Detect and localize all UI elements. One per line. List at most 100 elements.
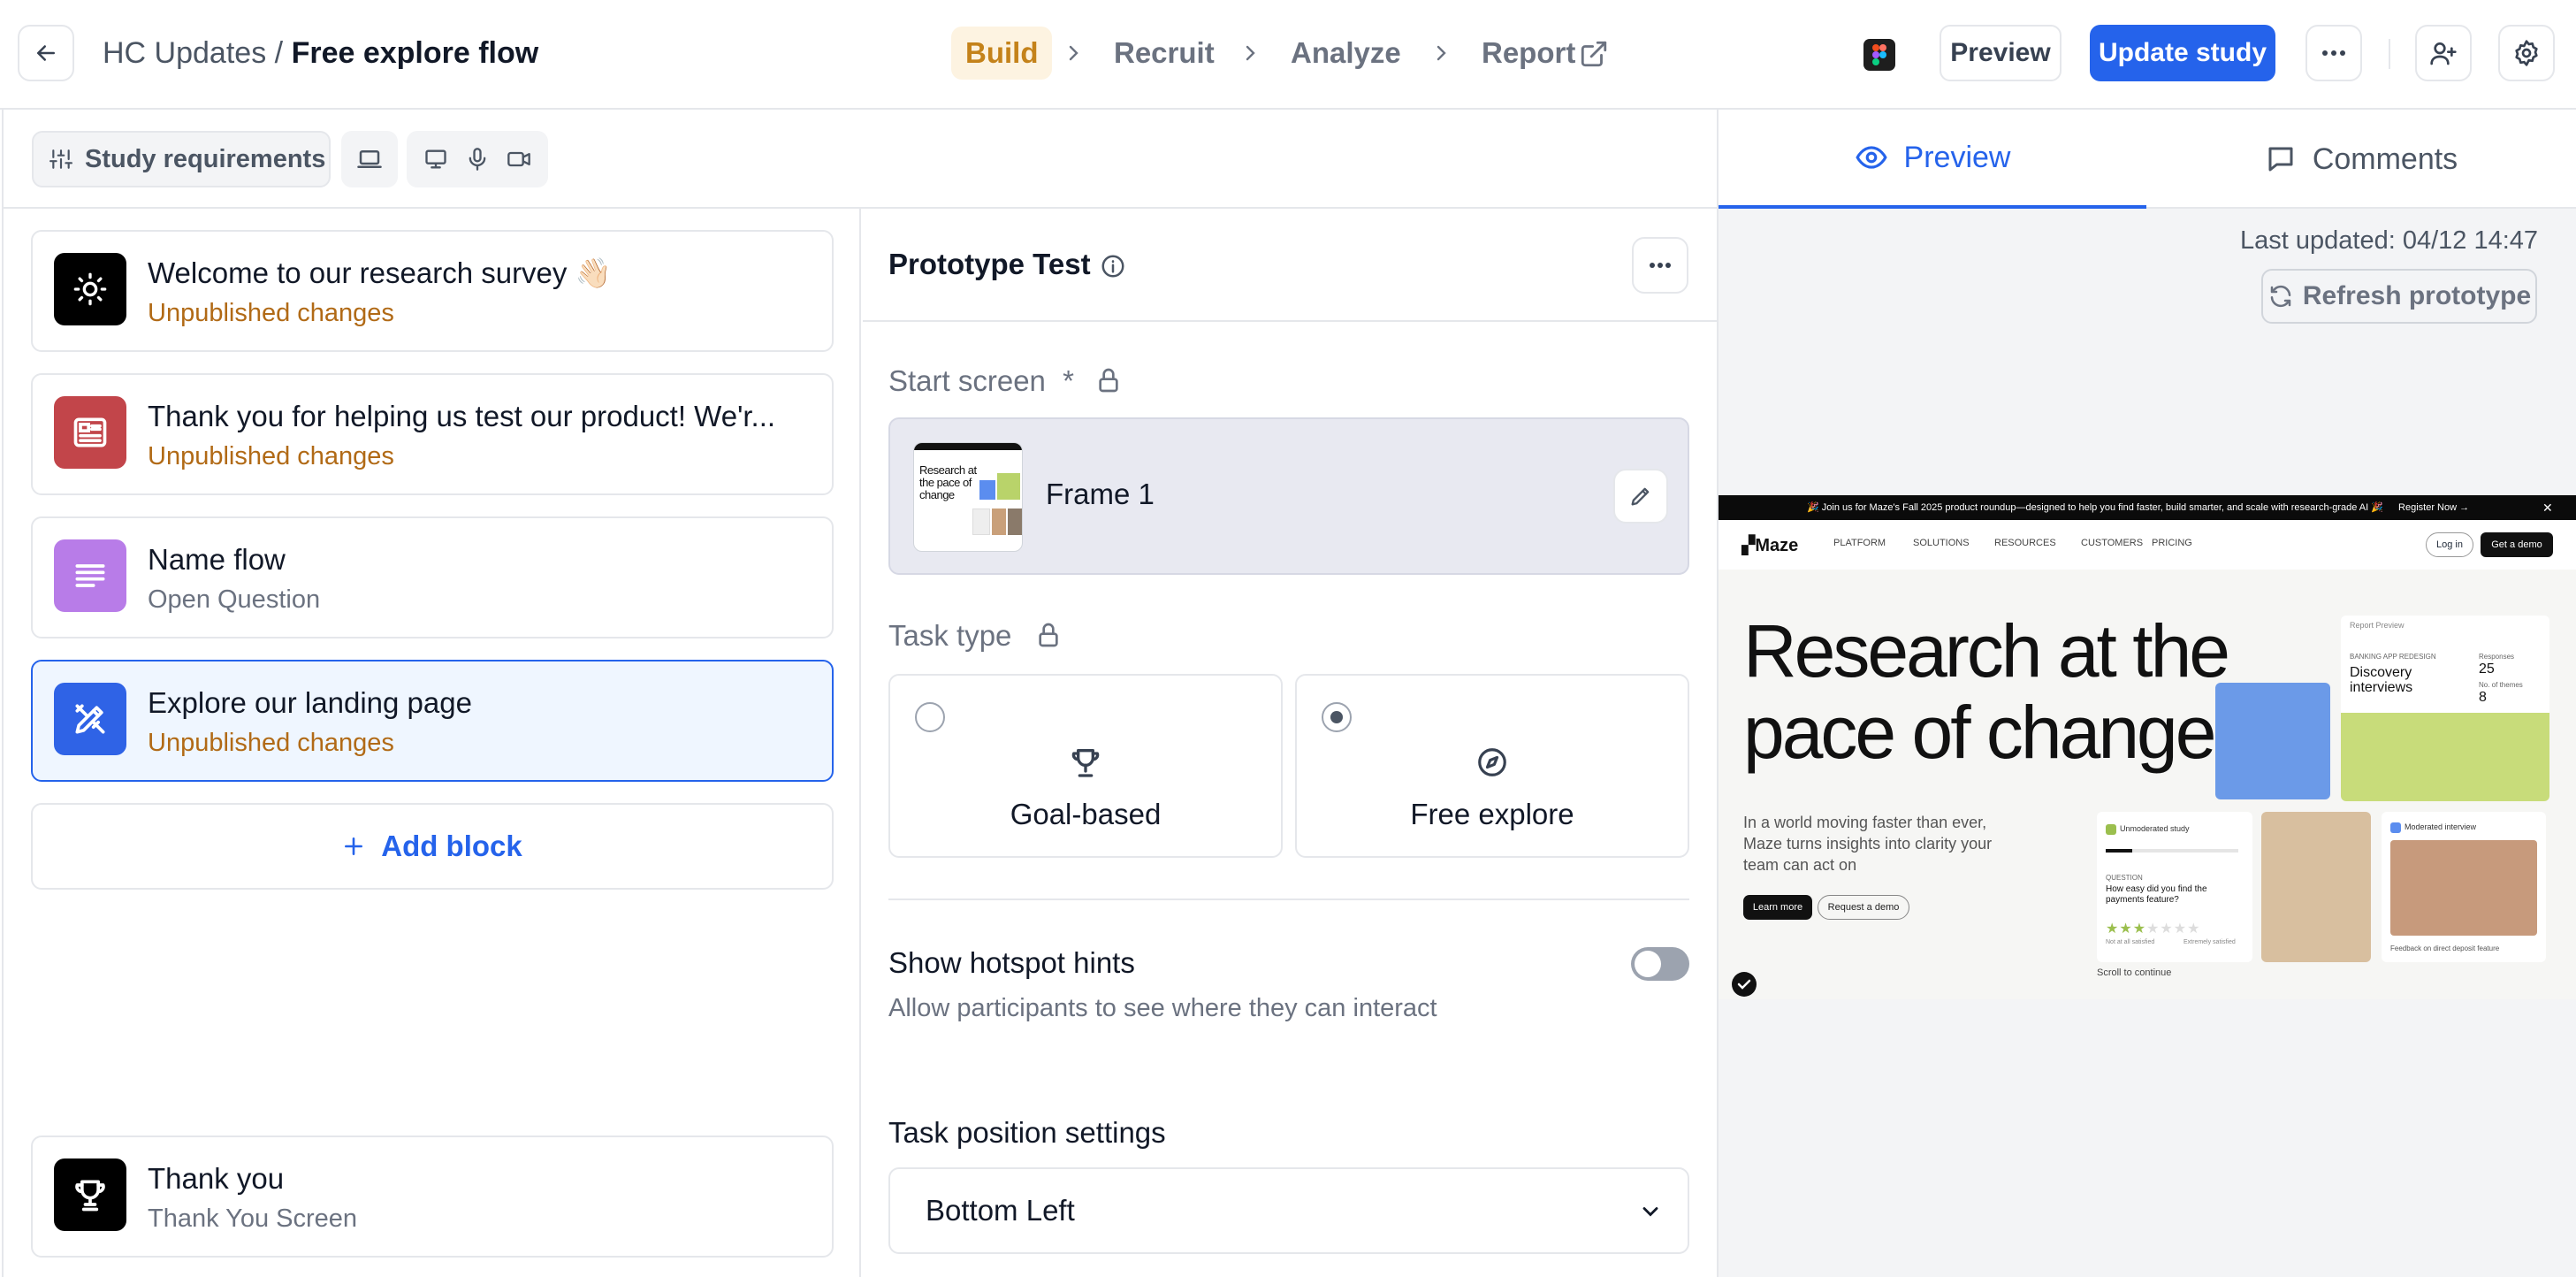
logo-mark-icon: ▞ — [1741, 536, 1756, 555]
preview-tabs: Preview Comments — [1719, 110, 2576, 209]
maze-widget-icon[interactable] — [1731, 971, 1757, 998]
report-card-illustration — [2341, 713, 2549, 801]
requirements-bar: Study requirements — [4, 110, 1719, 209]
chevron-right-icon — [1430, 40, 1452, 66]
editor-title: Prototype Test — [888, 248, 1091, 280]
step-report-label: Report — [1482, 36, 1576, 69]
goal-based-radio[interactable] — [915, 702, 945, 732]
step-build[interactable]: Build — [951, 27, 1053, 80]
toolbar-divider — [2389, 39, 2390, 69]
preview-button[interactable]: Preview — [1940, 25, 2062, 81]
get-demo-button[interactable]: Get a demo — [2481, 532, 2553, 557]
learn-more-button[interactable]: Learn more — [1743, 895, 1812, 920]
refresh-prototype-button[interactable]: Refresh prototype — [2261, 269, 2537, 324]
rating-stars: ★★★★★★★ — [2106, 921, 2201, 937]
moderated-interview-card: Moderated interview Feedback on direct d… — [2382, 812, 2546, 962]
external-link-icon — [1579, 39, 1609, 69]
study-card-badge — [2106, 824, 2116, 835]
editor-header: Prototype Test — [863, 207, 1719, 322]
frame-name: Frame 1 — [1046, 478, 1155, 510]
hotspot-hints-toggle[interactable] — [1631, 947, 1689, 981]
promo-banner-text: 🎉 Join us for Maze's Fall 2025 product r… — [1807, 502, 2383, 513]
themes-value: 8 — [2479, 690, 2487, 705]
back-button[interactable] — [18, 25, 74, 81]
nav-pricing[interactable]: PRICING — [2152, 538, 2192, 548]
nav-resources[interactable]: RESOURCES — [1994, 538, 2056, 548]
chevron-right-icon — [1063, 40, 1084, 66]
block-type: Thank You Screen — [148, 1204, 358, 1233]
figma-icon[interactable] — [1863, 39, 1895, 71]
study-question: How easy did you find the payments featu… — [2106, 884, 2207, 905]
scale-high-label: Extremely satisfied — [2184, 939, 2236, 945]
block-welcome[interactable]: Welcome to our research survey 👋🏻 Unpubl… — [31, 230, 834, 352]
login-button[interactable]: Log in — [2426, 532, 2473, 557]
block-open-question[interactable]: Name flow Open Question — [31, 516, 834, 638]
question-kicker: QUESTION — [2106, 874, 2143, 882]
step-report[interactable]: Report — [1482, 27, 1575, 80]
nav-solutions[interactable]: SOLUTIONS — [1913, 538, 1970, 548]
add-block-button[interactable]: Add block — [31, 803, 834, 890]
screen-share-icon — [423, 147, 448, 172]
block-prototype-test[interactable]: Explore our landing page Unpublished cha… — [31, 660, 834, 782]
laptop-icon — [356, 146, 383, 172]
block-title: Thank you for helping us test our produc… — [148, 400, 776, 432]
step-analyze[interactable]: Analyze — [1291, 27, 1401, 80]
sun-icon — [54, 253, 126, 325]
block-title: Name flow — [148, 543, 286, 576]
block-status: Unpublished changes — [148, 729, 394, 757]
more-options-button[interactable] — [2305, 25, 2362, 81]
report-card-label: Report Preview — [2350, 621, 2405, 630]
prototype-icon — [54, 683, 126, 755]
logo-text: Maze — [1755, 536, 1799, 555]
interview-video — [2390, 840, 2537, 936]
hero-headline: Research at the pace of change — [1743, 610, 2230, 774]
participant-photo — [2261, 812, 2371, 962]
user-plus-icon — [2429, 39, 2458, 67]
info-icon[interactable] — [1100, 253, 1126, 279]
breadcrumb: HC Updates / Free explore flow — [103, 34, 538, 73]
block-options-button[interactable] — [1632, 237, 1688, 294]
thumb-image — [979, 480, 995, 500]
tab-preview[interactable]: Preview — [1719, 110, 2146, 209]
step-recruit[interactable]: Recruit — [1114, 27, 1215, 80]
block-status: Unpublished changes — [148, 299, 394, 327]
prototype-preview[interactable]: 🎉 Join us for Maze's Fall 2025 product r… — [1719, 495, 2576, 999]
register-link[interactable]: Register Now → — [2398, 502, 2469, 513]
breadcrumb-study[interactable]: Free explore flow — [292, 36, 539, 70]
request-demo-button[interactable]: Request a demo — [1818, 895, 1909, 920]
update-study-button[interactable]: Update study — [2090, 25, 2275, 81]
task-type-free-explore[interactable]: Free explore — [1295, 674, 1689, 858]
breadcrumb-project[interactable]: HC Updates — [103, 36, 266, 70]
hotspot-hints-title: Show hotspot hints — [888, 946, 1135, 979]
hero-line-2: pace of change — [1743, 691, 2216, 774]
gear-icon — [2512, 39, 2541, 67]
task-type-goal-based[interactable]: Goal-based — [888, 674, 1283, 858]
interview-card-badge — [2390, 822, 2401, 833]
edit-frame-button[interactable] — [1613, 469, 1668, 524]
free-explore-radio[interactable] — [1322, 702, 1352, 732]
task-position-select[interactable]: Bottom Left — [888, 1167, 1689, 1254]
refresh-icon — [2267, 283, 2294, 310]
lock-icon — [1094, 366, 1123, 394]
block-thank-you[interactable]: Thank you Thank You Screen — [31, 1136, 834, 1258]
settings-button[interactable] — [2498, 25, 2555, 81]
themes-label: No. of themes — [2479, 681, 2523, 689]
start-screen-frame[interactable]: Research at the pace of change Frame 1 — [888, 417, 1689, 575]
tab-comments[interactable]: Comments — [2146, 110, 2576, 209]
trophy-icon — [1068, 745, 1103, 780]
nav-customers[interactable]: CUSTOMERS — [2081, 538, 2143, 548]
device-requirement[interactable] — [341, 131, 398, 187]
block-context-screen[interactable]: Thank you for helping us test our produc… — [31, 373, 834, 495]
compass-icon — [1475, 746, 1509, 779]
nav-platform[interactable]: PLATFORM — [1833, 538, 1886, 548]
maze-logo[interactable]: ▞Maze — [1741, 534, 1798, 556]
thumb-image — [997, 473, 1020, 500]
study-requirements-button[interactable]: Study requirements — [32, 131, 331, 187]
task-position-label: Task position settings — [888, 1116, 1166, 1149]
recording-requirements[interactable] — [407, 131, 548, 187]
invite-collaborator-button[interactable] — [2415, 25, 2472, 81]
close-icon[interactable]: ✕ — [2542, 495, 2553, 520]
chevron-right-icon — [1239, 40, 1261, 66]
unmoderated-study-card: Unmoderated study QUESTION How easy did … — [2097, 812, 2252, 962]
start-screen-label: Start screen * — [888, 364, 1074, 398]
